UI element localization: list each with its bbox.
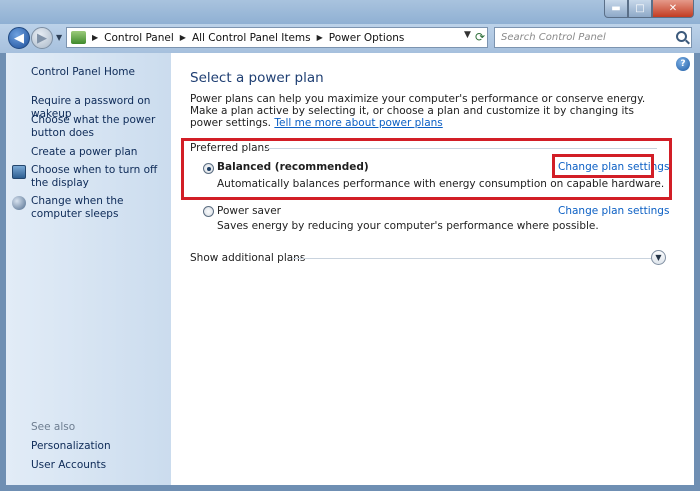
page-title: Select a power plan [190, 70, 324, 86]
show-more-divider [292, 258, 652, 259]
forward-button[interactable]: ▶ [31, 27, 53, 49]
maximize-button[interactable]: □ [628, 0, 652, 18]
navigation-bar: ◀ ▶ ▼ ▶ Control Panel ▶ All Control Pane… [0, 24, 700, 53]
show-additional-plans[interactable]: Show additional plans [190, 252, 305, 264]
link-highlight-box [552, 154, 654, 178]
power-saver-plan-description: Saves energy by reducing your computer's… [217, 220, 599, 232]
power-saver-plan-name[interactable]: Power saver [217, 205, 281, 217]
intro-text: Power plans can help you maximize your c… [190, 93, 655, 129]
chevron-right-icon[interactable]: ▶ [317, 33, 323, 42]
sidebar-create-plan[interactable]: Create a power plan [31, 146, 171, 159]
search-icon[interactable] [676, 31, 687, 42]
expand-chevron-icon[interactable]: ▼ [651, 250, 666, 265]
address-dropdown-icon[interactable]: ▼ [464, 30, 471, 44]
control-panel-icon [71, 31, 86, 44]
sidebar-computer-sleeps[interactable]: Change when the computer sleeps [31, 195, 171, 221]
refresh-icon[interactable]: ⟳ [475, 30, 485, 44]
search-placeholder: Search Control Panel [501, 32, 606, 43]
title-bar: ▬ □ ✕ [0, 0, 700, 24]
breadcrumb-control-panel[interactable]: Control Panel [104, 32, 174, 44]
chevron-right-icon[interactable]: ▶ [92, 33, 98, 42]
close-button[interactable]: ✕ [652, 0, 694, 18]
minimize-button[interactable]: ▬ [604, 0, 628, 18]
sidebar-power-button[interactable]: Choose what the power button does [31, 114, 171, 140]
breadcrumb-all-items[interactable]: All Control Panel Items [192, 32, 311, 44]
moon-icon [12, 196, 26, 210]
sidebar-turn-off-display[interactable]: Choose when to turn off the display [31, 164, 171, 190]
recent-pages-dropdown[interactable]: ▼ [56, 33, 62, 42]
monitor-icon [12, 165, 26, 179]
main-content: ? Select a power plan Power plans can he… [171, 53, 694, 485]
see-also-label: See also [31, 421, 76, 433]
learn-more-link[interactable]: Tell me more about power plans [274, 117, 442, 129]
window-controls: ▬ □ ✕ [604, 0, 694, 18]
sidebar-personalization[interactable]: Personalization [31, 440, 171, 453]
back-button[interactable]: ◀ [8, 27, 30, 49]
chevron-right-icon[interactable]: ▶ [180, 33, 186, 42]
search-input[interactable]: Search Control Panel [494, 27, 692, 48]
help-icon[interactable]: ? [676, 57, 690, 71]
power-saver-change-settings-link[interactable]: Change plan settings [558, 205, 669, 217]
arrow-right-icon: ▶ [37, 30, 47, 46]
address-bar[interactable]: ▶ Control Panel ▶ All Control Panel Item… [66, 27, 488, 48]
breadcrumb-power-options[interactable]: Power Options [329, 32, 405, 44]
sidebar-user-accounts[interactable]: User Accounts [31, 459, 171, 472]
arrow-left-icon: ◀ [14, 30, 24, 46]
sidebar: Control Panel Home Require a password on… [6, 53, 171, 485]
sidebar-control-panel-home[interactable]: Control Panel Home [31, 66, 135, 78]
power-saver-radio[interactable] [203, 206, 214, 217]
